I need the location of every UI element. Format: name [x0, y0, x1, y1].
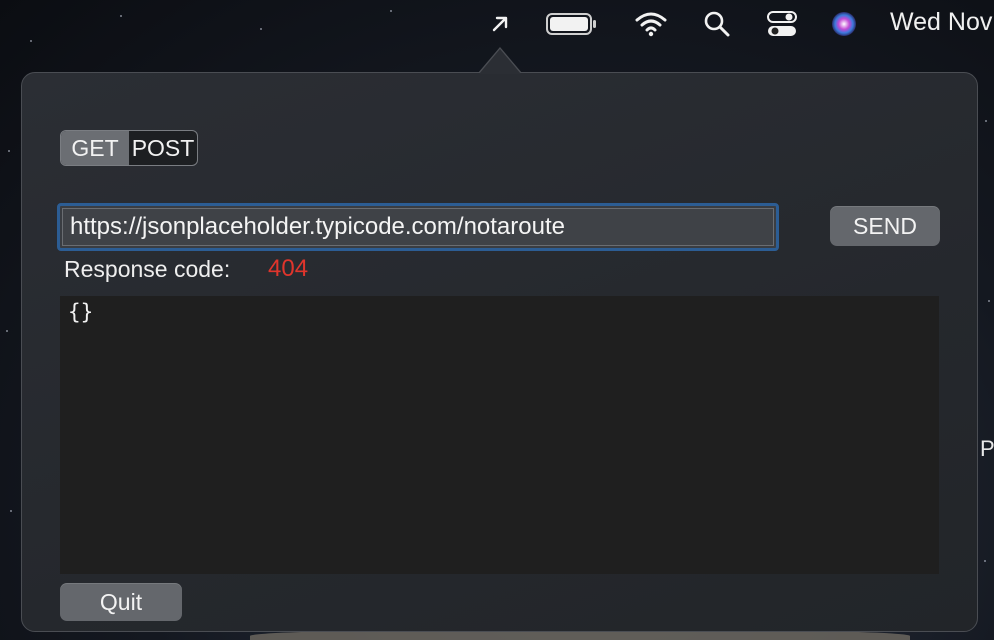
star — [8, 150, 10, 152]
wifi-icon[interactable] — [632, 6, 670, 42]
siri-icon[interactable] — [828, 6, 860, 42]
menubar-clock[interactable]: Wed Nov — [890, 8, 992, 37]
search-icon[interactable] — [700, 6, 734, 42]
method-segmented-control[interactable]: GET POST — [60, 130, 198, 166]
star — [10, 510, 12, 512]
method-post-segment[interactable]: POST — [129, 131, 197, 165]
star — [985, 120, 987, 122]
star — [988, 300, 990, 302]
send-button[interactable]: SEND — [830, 206, 940, 246]
arrow-up-right-icon[interactable] — [484, 6, 516, 42]
response-code-value: 404 — [268, 255, 309, 282]
popover-arrow-fill — [479, 49, 521, 74]
quit-button[interactable]: Quit — [60, 583, 182, 621]
star — [6, 330, 8, 332]
response-code-label: Response code: — [64, 256, 231, 282]
url-field-focus-ring — [57, 203, 779, 251]
star — [984, 560, 986, 562]
response-body-area[interactable]: {} — [60, 296, 939, 574]
battery-icon[interactable] — [544, 6, 598, 42]
url-input[interactable] — [62, 208, 774, 246]
menu-bar: Wed Nov — [0, 0, 994, 48]
method-get-segment[interactable]: GET — [61, 131, 129, 165]
desktop-edge-text: P — [980, 436, 994, 461]
response-body-text: {} — [68, 300, 94, 324]
control-center-icon[interactable] — [762, 6, 802, 42]
